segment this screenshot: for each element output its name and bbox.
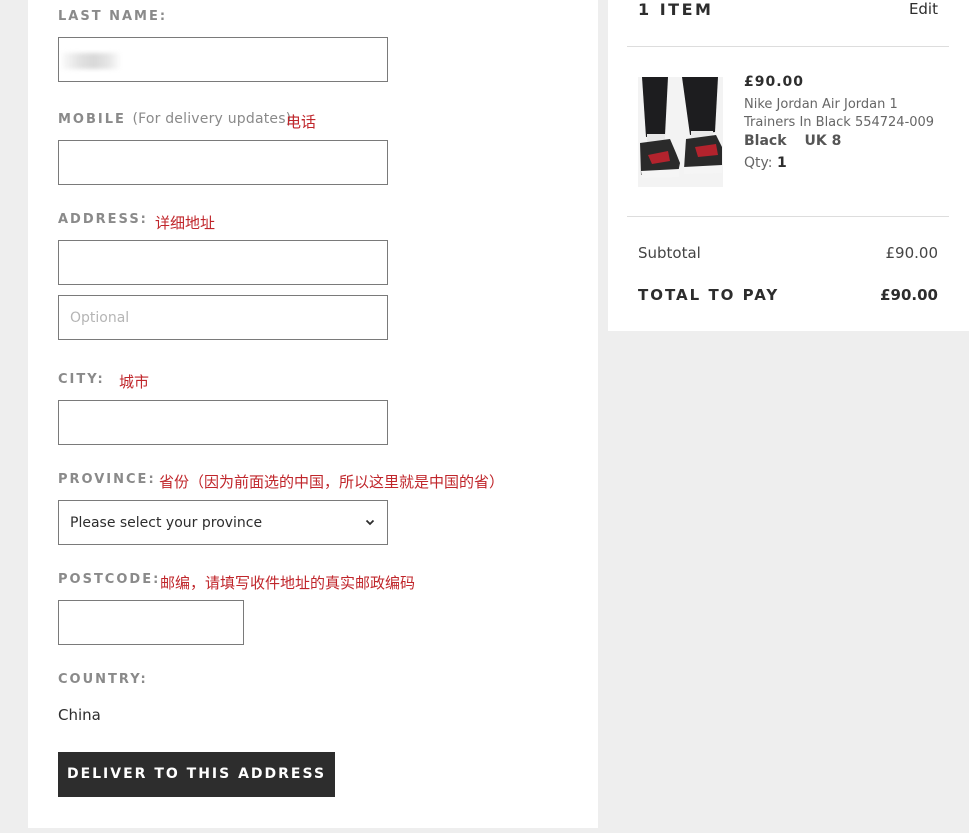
postcode-label: POSTCODE: <box>58 572 161 587</box>
items-count-title: 1 ITEM <box>638 0 714 19</box>
postcode-input[interactable] <box>58 600 244 645</box>
address-label: ADDRESS: <box>58 212 148 227</box>
item-quantity: Qty: 1 <box>744 155 787 171</box>
divider <box>627 216 949 217</box>
redacted-name-blur <box>62 53 120 69</box>
edit-bag-link[interactable]: Edit <box>909 0 938 18</box>
total-label: TOTAL TO PAY <box>638 286 780 304</box>
province-annotation: 省份（因为前面选的中国，所以这里就是中国的省） <box>159 473 505 491</box>
mobile-label: MOBILE (For delivery updates): <box>58 111 296 127</box>
last-name-label: LAST NAME: <box>58 9 168 24</box>
postcode-annotation: 邮编，请填写收件地址的真实邮政编码 <box>160 574 416 592</box>
item-name[interactable]: Nike Jordan Air Jordan 1 Trainers In Bla… <box>744 96 944 132</box>
province-selected-value: Please select your province <box>70 514 263 531</box>
item-size: UK 8 <box>804 133 842 149</box>
country-value: China <box>58 706 101 724</box>
item-color: Black <box>744 133 787 149</box>
province-select[interactable]: Please select your province <box>58 500 388 545</box>
item-price: £90.00 <box>744 74 805 90</box>
order-summary: 1 ITEM Edit £90.00 Nike Jordan Air Jorda… <box>608 0 969 331</box>
chevron-down-icon <box>365 519 375 526</box>
mobile-input[interactable] <box>58 140 388 185</box>
country-label: COUNTRY: <box>58 672 148 687</box>
item-variant: Black UK 8 <box>744 133 859 149</box>
city-input[interactable] <box>58 400 388 445</box>
sneaker-photo <box>638 77 723 187</box>
divider <box>627 46 949 47</box>
product-image[interactable] <box>638 77 723 187</box>
qty-value: 1 <box>776 155 787 171</box>
mobile-label-sub: (For delivery updates): <box>132 111 297 127</box>
mobile-annotation: 电话 <box>286 113 317 131</box>
subtotal-label: Subtotal <box>638 244 701 262</box>
province-label: PROVINCE: <box>58 472 156 487</box>
city-label: CITY: <box>58 372 105 387</box>
last-name-wrapper <box>58 37 388 82</box>
city-annotation: 城市 <box>119 373 150 391</box>
subtotal-value: £90.00 <box>885 244 939 262</box>
qty-label: Qty: <box>744 155 773 171</box>
total-value: £90.00 <box>880 286 938 304</box>
address-annotation: 详细地址 <box>155 214 216 232</box>
delivery-address-form: LAST NAME: MOBILE (For delivery updates)… <box>28 0 598 828</box>
address-line2-input[interactable] <box>58 295 388 340</box>
mobile-label-text: MOBILE <box>58 112 126 127</box>
address-line1-input[interactable] <box>58 240 388 285</box>
deliver-to-address-button[interactable]: DELIVER TO THIS ADDRESS <box>58 752 335 797</box>
